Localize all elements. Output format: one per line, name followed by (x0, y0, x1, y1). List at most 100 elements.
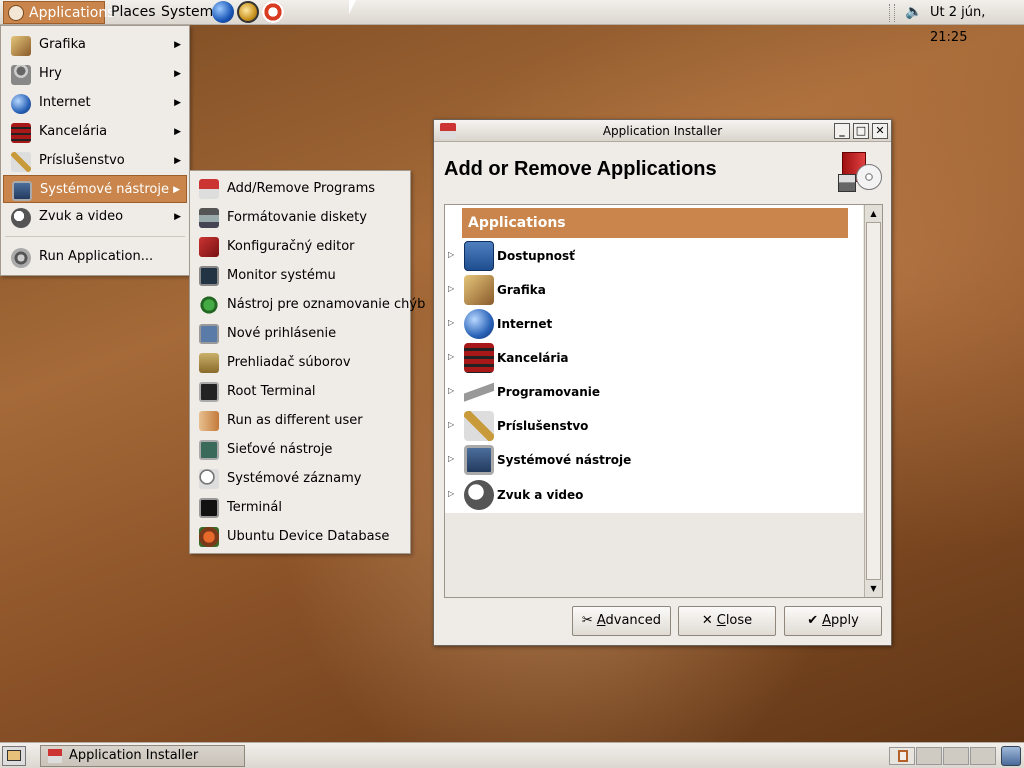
submenu-item-system-monitor[interactable]: Monitor systému (192, 261, 408, 290)
menu-item-run-application[interactable]: Run Application... (3, 243, 187, 271)
bottom-panel: Application Installer (0, 742, 1024, 768)
scroll-thumb[interactable] (866, 222, 881, 580)
submenu-item-floppy-format[interactable]: Formátovanie diskety (192, 203, 408, 232)
submenu-item-run-as-different-user[interactable]: Run as different user (192, 406, 408, 435)
bug-report-icon (199, 295, 219, 315)
root-terminal-icon (199, 382, 219, 402)
category-label: Kancelária (497, 351, 569, 365)
category-row-prislusenstvo[interactable]: ▷ Príslušenstvo (445, 409, 863, 443)
workspace-3[interactable] (943, 747, 969, 765)
places-menu[interactable]: Places (106, 1, 161, 24)
expander-icon[interactable]: ▷ (448, 489, 454, 498)
submenu-item-system-logs[interactable]: Systémové záznamy (192, 464, 408, 493)
submenu-item-label: Ubuntu Device Database (227, 529, 390, 544)
expander-icon[interactable]: ▷ (448, 284, 454, 293)
clock[interactable]: Ut 2 jún, 21:25 (930, 0, 1024, 45)
applications-dropdown: Grafika ▶ Hry ▶ Internet ▶ Kancelária ▶ … (0, 25, 190, 276)
system-tools-icon (12, 181, 32, 201)
taskbar-item-application-installer[interactable]: Application Installer (40, 745, 245, 767)
volume-icon[interactable]: 🔈 (905, 3, 923, 21)
workspace-window-preview (898, 750, 908, 762)
system-menu[interactable]: System (156, 1, 218, 24)
expander-icon[interactable]: ▷ (448, 420, 454, 429)
category-row-dostupnost[interactable]: ▷ Dostupnosť (445, 239, 863, 273)
workspace-2[interactable] (916, 747, 942, 765)
expander-icon[interactable]: ▷ (448, 250, 454, 259)
submenu-item-add-remove-programs[interactable]: Add/Remove Programs (192, 174, 408, 203)
workspace-1[interactable] (889, 747, 915, 765)
file-browser-icon (199, 353, 219, 373)
button-mnemonic: C (716, 613, 726, 628)
internet-icon (11, 94, 31, 114)
expander-icon[interactable]: ▷ (448, 318, 454, 327)
submenu-item-config-editor[interactable]: Konfiguračný editor (192, 232, 408, 261)
submenu-item-label: Root Terminal (227, 384, 316, 399)
submenu-item-label: Formátovanie diskety (227, 210, 367, 225)
category-row-internet[interactable]: ▷ Internet (445, 307, 863, 341)
close-button[interactable]: ✕ Close (678, 606, 776, 636)
expander-icon[interactable]: ▷ (448, 386, 454, 395)
menu-item-kancelaria[interactable]: Kancelária ▶ (3, 118, 187, 146)
category-row-grafika[interactable]: ▷ Grafika (445, 273, 863, 307)
category-row-programovanie[interactable]: ▷ Programovanie (445, 375, 863, 409)
submenu-item-device-database[interactable]: Ubuntu Device Database (192, 522, 408, 551)
submenu-item-label: Prehliadač súborov (227, 355, 351, 370)
help-launcher-icon[interactable] (262, 1, 284, 23)
menu-item-label: Zvuk a video (39, 209, 124, 224)
submenu-item-label: Add/Remove Programs (227, 181, 376, 196)
window-app-icon (48, 749, 62, 763)
category-label: Grafika (497, 283, 546, 297)
menu-item-internet[interactable]: Internet ▶ (3, 89, 187, 117)
menu-item-zvuk-a-video[interactable]: Zvuk a video ▶ (3, 203, 187, 231)
vertical-scrollbar[interactable]: ▲ ▼ (864, 205, 882, 597)
submenu-item-label: Konfiguračný editor (227, 239, 355, 254)
category-row-systemove-nastroje[interactable]: ▷ Systémové nástroje (445, 443, 863, 477)
show-desktop-button[interactable] (2, 746, 26, 766)
scroll-up-arrow-icon[interactable]: ▲ (867, 207, 880, 220)
gnome-foot-icon (8, 5, 24, 21)
expander-icon[interactable]: ▷ (448, 454, 454, 463)
minimize-button[interactable]: _ (834, 123, 850, 139)
graphics-icon (11, 36, 31, 56)
submenu-item-file-browser[interactable]: Prehliadač súborov (192, 348, 408, 377)
scroll-down-arrow-icon[interactable]: ▼ (867, 582, 880, 595)
office-icon (11, 123, 31, 143)
menu-item-prislusenstvo[interactable]: Príslušenstvo ▶ (3, 147, 187, 175)
category-label: Dostupnosť (497, 249, 575, 263)
run-as-icon (199, 411, 219, 431)
expander-icon[interactable]: ▷ (448, 352, 454, 361)
category-row-kancelaria[interactable]: ▷ Kancelária (445, 341, 863, 375)
list-header: Applications (462, 208, 848, 238)
submenu-item-root-terminal[interactable]: Root Terminal (192, 377, 408, 406)
accessories-icon (464, 411, 494, 441)
category-label: Internet (497, 317, 553, 331)
menu-separator (5, 236, 185, 237)
applications-menu[interactable]: Applications (3, 1, 115, 24)
workspace-4[interactable] (970, 747, 996, 765)
submenu-item-new-login[interactable]: Nové prihlásenie (192, 319, 408, 348)
mail-launcher-icon[interactable] (237, 1, 259, 23)
window-close-button[interactable]: ✕ (872, 123, 888, 139)
apply-button[interactable]: ✔ Apply (784, 606, 882, 636)
checkmark-icon: ✔ (807, 613, 819, 628)
web-browser-launcher-icon[interactable] (212, 1, 234, 23)
submenu-arrow-icon: ▶ (174, 212, 181, 222)
submenu-arrow-icon: ▶ (173, 185, 180, 195)
submenu-item-terminal[interactable]: Terminál (192, 493, 408, 522)
submenu-item-network-tools[interactable]: Sieťové nástroje (192, 435, 408, 464)
advanced-button[interactable]: ✂ Advanced (572, 606, 671, 636)
menu-item-hry[interactable]: Hry ▶ (3, 60, 187, 88)
button-mnemonic: A (596, 613, 606, 628)
menu-item-grafika[interactable]: Grafika ▶ (3, 31, 187, 59)
application-installer-window: Application Installer _ □ ✕ Add or Remov… (433, 119, 892, 646)
maximize-button[interactable]: □ (853, 123, 869, 139)
taskbar-item-label: Application Installer (69, 748, 199, 763)
submenu-item-label: Nástroj pre oznamovanie chýb (227, 297, 426, 312)
category-label: Programovanie (497, 385, 601, 399)
window-titlebar[interactable]: Application Installer _ □ ✕ (434, 120, 891, 142)
menu-item-systemove-nastroje[interactable]: Systémové nástroje ▶ (3, 175, 187, 203)
trash-icon[interactable] (1001, 746, 1021, 766)
category-row-zvuk-a-video[interactable]: ▷ Zvuk a video (445, 478, 863, 512)
window-heading: Add or Remove Applications (444, 158, 717, 180)
submenu-item-bug-report[interactable]: Nástroj pre oznamovanie chýb (192, 290, 425, 319)
